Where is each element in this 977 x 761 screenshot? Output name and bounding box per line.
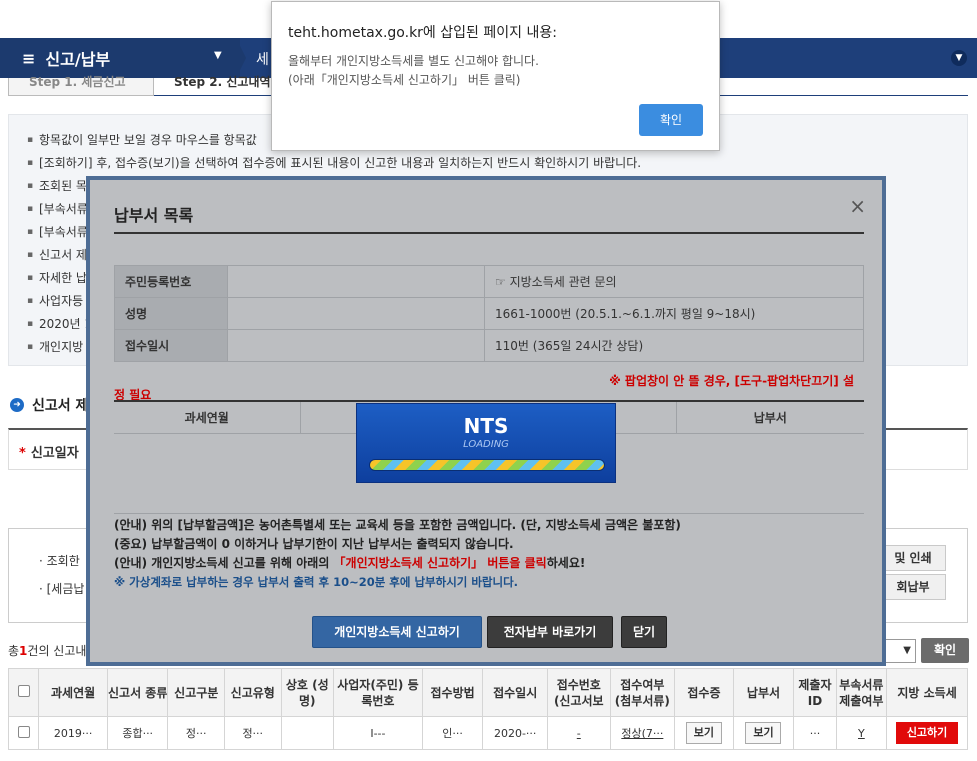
- col-header: 접수방법: [421, 668, 484, 717]
- col-header: 지방 소득세: [886, 668, 968, 717]
- notice-item: [조회하기] 후, 접수증(보기)을 선택하여 접수증에 표시된 내용이 신고한…: [27, 152, 949, 175]
- info-label: 성명: [114, 297, 228, 330]
- col-header: 접수번호 (신고서보: [546, 668, 611, 717]
- guide-line: (안내) 개인지방소득세 신고를 위해 아래의 「개인지방소득세 신고하기」 버…: [114, 556, 586, 570]
- col-header: 상호 (성명): [280, 668, 335, 717]
- attachment-link[interactable]: Y: [835, 716, 888, 750]
- info-label: 접수일시: [114, 329, 228, 362]
- electronic-payment-button[interactable]: 전자납부 바로가기: [487, 616, 613, 648]
- table-header-row: 과세연월 신고서 종류 신고구분 신고유형 상호 (성명) 사업자(주민) 등록…: [7, 668, 968, 717]
- caret-down-icon: ▼: [214, 50, 222, 61]
- col-header: 신고구분: [167, 668, 225, 717]
- alert-heading: teht.hometax.go.kr에 삽입된 페이지 내용:: [288, 25, 557, 41]
- col-header: 사업자(주민) 등록번호: [333, 668, 423, 717]
- confirm-button[interactable]: 확인: [921, 638, 969, 663]
- table-row: 2019··· 종합··· 정··· 정··· I--- 인··· 2020-·…: [7, 716, 968, 750]
- guide-line: (안내) 위의 [납부할금액]은 농어촌특별세 또는 교육세 등을 포함한 금액…: [114, 518, 681, 532]
- loading-text: LOADING: [463, 439, 509, 450]
- cell: [280, 716, 335, 750]
- nts-logo: NTS: [463, 414, 509, 438]
- cell: 2020-···: [482, 716, 548, 750]
- info-value: [227, 265, 485, 298]
- info-note: ☞ 지방소득세 관련 문의: [484, 265, 864, 298]
- menu-arrow-divider: [236, 38, 246, 78]
- modal-divider: [114, 232, 864, 234]
- info-label: 주민등록번호: [114, 265, 228, 298]
- alert-ok-button[interactable]: 확인: [639, 104, 703, 136]
- cell: 인···: [421, 716, 484, 750]
- info-row: 성명 1661-1000번 (20.5.1.~6.1.까지 평일 9~18시): [114, 297, 864, 330]
- alert-message: 올해부터 개인지방소득세를 별도 신고해야 합니다. (아래「개인지방소득세 신…: [288, 54, 539, 87]
- select-all-checkbox[interactable]: [7, 668, 40, 717]
- col-header: 접수여부 (첨부서류): [609, 668, 676, 717]
- popup-warning: ※ 팝업창이 안 뜰 경우, [도구-팝업차단끄기] 설: [609, 374, 854, 388]
- col-header: 납부서: [676, 400, 864, 434]
- local-income-tax-file-button[interactable]: 개인지방소득세 신고하기: [312, 616, 482, 648]
- loading-bar: [369, 459, 605, 471]
- col-header: 부속서류 제출여부: [835, 668, 888, 717]
- close-button[interactable]: 닫기: [621, 616, 667, 648]
- info-note: 110번 (365일 24시간 상담): [484, 329, 864, 362]
- receipt-number-link[interactable]: -: [546, 716, 611, 750]
- filing-table: 과세연월 신고서 종류 신고구분 신고유형 상호 (성명) 사업자(주민) 등록…: [7, 668, 968, 750]
- info-note: 1661-1000번 (20.5.1.~6.1.까지 평일 9~18시): [484, 297, 864, 330]
- main-menu-label: 신고/납부: [45, 50, 111, 69]
- cell: ···: [793, 716, 837, 750]
- cell: 정···: [224, 716, 282, 750]
- col-header: 신고서 종류: [106, 668, 169, 717]
- guide-line: (중요) 납부할금액이 0 이하거나 납부기한이 지난 납부서는 출력되지 않습…: [114, 537, 514, 551]
- info-row: 접수일시 110번 (365일 24시간 상담): [114, 329, 864, 362]
- taxpayer-info-table: 주민등록번호 ☞ 지방소득세 관련 문의 성명 1661-1000번 (20.5…: [114, 265, 864, 362]
- info-value: [227, 329, 485, 362]
- cell: 정···: [167, 716, 225, 750]
- cell: I---: [333, 716, 423, 750]
- sub-menu-label[interactable]: 세: [256, 49, 269, 69]
- section-title: ➜ 신고서 제: [10, 395, 88, 415]
- result-count: 총1건의 신고내: [8, 644, 87, 658]
- view-receipt-button[interactable]: 보기: [685, 722, 722, 744]
- print-button[interactable]: 및 인쇄: [880, 545, 946, 571]
- receipt-status-link[interactable]: 정상(7···: [609, 716, 676, 750]
- main-menu-button[interactable]: ≡ 신고/납부 ▼: [0, 38, 240, 78]
- col-header: 접수일시: [482, 668, 548, 717]
- guide-notes: (안내) 위의 [납부할금액]은 농어촌특별세 또는 교육세 등을 포함한 금액…: [114, 516, 681, 592]
- payment-cell: 보기: [732, 716, 795, 750]
- col-header: 과세연월: [114, 400, 300, 434]
- expand-menu-icon[interactable]: ▼: [951, 50, 967, 66]
- loading-indicator: NTS LOADING: [356, 403, 616, 483]
- tab-step-1[interactable]: Step 1. 세금신고: [8, 76, 154, 96]
- close-icon[interactable]: ×: [849, 194, 866, 218]
- cell: 종합···: [106, 716, 169, 750]
- browser-alert-dialog: teht.hometax.go.kr에 삽입된 페이지 내용: 올해부터 개인지…: [271, 1, 720, 151]
- view-payment-button[interactable]: 보기: [745, 722, 782, 744]
- local-tax-file-button[interactable]: 신고하기: [896, 722, 959, 744]
- receipt-cell: 보기: [674, 716, 734, 750]
- col-header: 제출자 ID: [793, 668, 837, 717]
- required-date-label: 신고일자: [30, 446, 79, 461]
- modal-title: 납부서 목록: [114, 206, 194, 225]
- col-header: 접수증: [674, 668, 734, 717]
- col-header: 신고유형: [224, 668, 282, 717]
- col-header: 납부서: [732, 668, 795, 717]
- row-checkbox[interactable]: [7, 716, 40, 750]
- pay-button[interactable]: 회납부: [880, 574, 946, 600]
- cell: 2019···: [38, 716, 108, 750]
- guide-line: ※ 가상계좌로 납부하는 경우 납부서 출력 후 10~20분 후에 납부하시기…: [114, 575, 519, 589]
- info-value: [227, 297, 485, 330]
- hamburger-icon: ≡: [22, 48, 36, 68]
- arrow-circle-icon: ➜: [10, 398, 24, 412]
- col-header: 과세연월: [38, 668, 108, 717]
- info-row: 주민등록번호 ☞ 지방소득세 관련 문의: [114, 265, 864, 298]
- page-size-select[interactable]: ▼: [882, 639, 916, 663]
- local-tax-cell: 신고하기: [886, 716, 968, 750]
